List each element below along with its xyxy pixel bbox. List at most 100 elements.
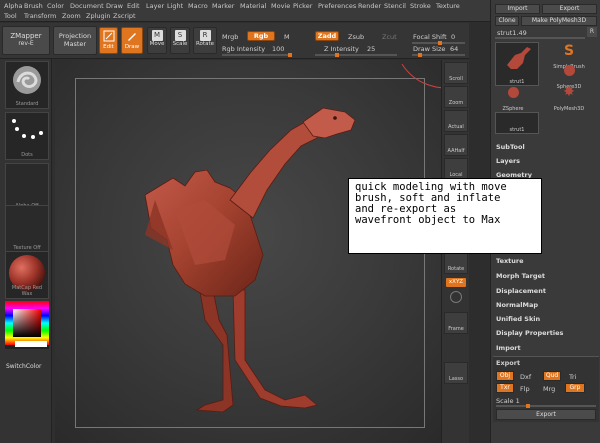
draw-size-handle[interactable] — [418, 53, 422, 57]
stroke-thumb[interactable]: Dots — [5, 112, 49, 160]
normalmap-section[interactable]: NormalMap — [491, 301, 600, 309]
subtool-section[interactable]: SubTool — [491, 143, 600, 151]
frame-button[interactable]: Frame — [444, 312, 468, 334]
alpha-thumb[interactable]: Alpha Off — [5, 163, 49, 211]
actual-button[interactable]: Actual — [444, 110, 468, 132]
switch-color-button[interactable]: SwitchColor — [6, 363, 42, 370]
xyz-toggle[interactable]: xXYZ — [446, 278, 466, 287]
draw-size-slider[interactable] — [412, 53, 465, 57]
brush-thumb-label: Standard — [15, 101, 39, 107]
aahalf-button[interactable]: AAHalf — [444, 134, 468, 156]
menu-draw[interactable]: Draw — [106, 2, 123, 10]
dxf-toggle[interactable]: Dxf — [520, 373, 531, 381]
menu-texture[interactable]: Texture — [436, 2, 460, 10]
menu-document[interactable]: Document — [70, 2, 104, 10]
tool-strut1-small-label: strut1 — [509, 127, 525, 133]
menu-light[interactable]: Light — [167, 2, 183, 10]
scale-button[interactable]: S Scale — [170, 27, 190, 54]
menu-zscript[interactable]: Zscript — [113, 12, 136, 20]
menu-render[interactable]: Render — [358, 2, 381, 10]
menu-brush[interactable]: Brush — [24, 2, 43, 10]
move-button[interactable]: M Move — [147, 27, 167, 54]
draw-button[interactable]: Draw — [121, 27, 143, 54]
rgb-intensity-label: Rgb Intensity — [222, 45, 266, 53]
menu-macro[interactable]: Macro — [188, 2, 208, 10]
display-properties-section[interactable]: Display Properties — [491, 329, 600, 337]
import-section[interactable]: Import — [491, 344, 600, 352]
material-thumb[interactable]: MatCap Red Wax — [5, 251, 49, 299]
unified-skin-section[interactable]: Unified Skin — [491, 315, 600, 323]
menu-zoom[interactable]: Zoom — [62, 12, 81, 20]
secondary-color-swatch[interactable] — [15, 341, 47, 347]
menu-picker[interactable]: Picker — [293, 2, 312, 10]
scroll-button[interactable]: Scroll — [444, 62, 468, 84]
menu-tool[interactable]: Tool — [4, 12, 17, 20]
morph-target-section[interactable]: Morph Target — [491, 272, 600, 280]
menu-movie[interactable]: Movie — [271, 2, 290, 10]
menu-zplugin[interactable]: Zplugin — [86, 12, 111, 20]
grp-toggle[interactable]: Grp — [565, 383, 585, 393]
tri-toggle[interactable]: Tri — [569, 373, 577, 381]
rotate-view-button[interactable]: Rotate — [444, 252, 468, 274]
scale-slider-handle[interactable] — [526, 404, 530, 408]
focal-shift-slider[interactable] — [412, 41, 465, 45]
menu-layer[interactable]: Layer — [146, 2, 164, 10]
mrg-toggle[interactable]: Mrg — [543, 385, 555, 393]
zmapper-button[interactable]: ZMapper rev-E — [2, 26, 50, 55]
menu-color[interactable]: Color — [47, 2, 64, 10]
color-picker-swatch[interactable] — [5, 301, 49, 345]
menu-stroke[interactable]: Stroke — [410, 2, 431, 10]
tool-polymesh3d[interactable]: ✸ PolyMesh3D — [551, 84, 587, 112]
zoom-button[interactable]: Zoom — [444, 86, 468, 108]
local-button[interactable]: Local — [444, 158, 468, 180]
export-button[interactable]: Export — [496, 409, 596, 420]
rgb-intensity-value: 100 — [272, 45, 285, 53]
rgb-intensity-handle[interactable] — [288, 53, 292, 57]
txr-toggle[interactable]: Txr — [496, 383, 514, 393]
clone-button[interactable]: Clone — [495, 16, 519, 26]
color-picker[interactable] — [5, 301, 49, 349]
rgb-button[interactable]: Rgb — [247, 31, 275, 41]
z-intensity-slider[interactable] — [315, 53, 397, 57]
zadd-button[interactable]: Zadd — [315, 31, 339, 41]
menu-material[interactable]: Material — [240, 2, 266, 10]
move-label: Move — [149, 41, 165, 47]
brush-thumb[interactable]: Standard — [5, 61, 49, 109]
qud-toggle[interactable]: Qud — [543, 371, 561, 381]
gizmo-icon[interactable] — [450, 291, 462, 303]
menu-alpha[interactable]: Alpha — [4, 2, 22, 10]
texture-thumb[interactable]: Texture Off — [5, 205, 49, 253]
make-polymesh-button[interactable]: Make PolyMesh3D — [521, 16, 597, 26]
tool-name-slider[interactable] — [495, 37, 585, 39]
tool-zsphere[interactable]: ZSphere — [495, 84, 531, 112]
tool-strut1-large[interactable]: strut1 — [495, 42, 539, 86]
projection-label: Projection — [58, 32, 92, 40]
flp-toggle[interactable]: Flp — [520, 385, 530, 393]
edit-button[interactable]: Edit — [99, 27, 118, 54]
import-button[interactable]: Import — [495, 4, 540, 14]
zsub-button[interactable]: Zsub — [348, 33, 364, 41]
r-button[interactable]: R — [587, 27, 597, 37]
mrgb-button[interactable]: Mrgb — [222, 33, 238, 41]
lasso-button[interactable]: Lasso — [444, 362, 468, 384]
zcut-button[interactable]: Zcut — [382, 33, 397, 41]
overlay-line-4: wavefront object to Max — [355, 214, 501, 226]
displacement-section[interactable]: Displacement — [491, 287, 600, 295]
m-button[interactable]: M — [284, 33, 290, 41]
menu-edit[interactable]: Edit — [127, 2, 140, 10]
texture-section[interactable]: Texture — [491, 257, 600, 265]
projection-master-button[interactable]: Projection Master — [53, 26, 97, 55]
menu-marker[interactable]: Marker — [212, 2, 234, 10]
rgb-intensity-slider[interactable] — [222, 53, 292, 57]
menu-stencil[interactable]: Stencil — [384, 2, 406, 10]
menu-transform[interactable]: Transform — [24, 12, 56, 20]
layers-section[interactable]: Layers — [491, 157, 600, 165]
menu-preferences[interactable]: Preferences — [318, 2, 356, 10]
export-top-button[interactable]: Export — [542, 4, 597, 14]
tool-strut1-small[interactable]: strut1 — [495, 112, 539, 134]
rotate-view-label: Rotate — [447, 266, 465, 272]
obj-toggle[interactable]: Obj — [496, 371, 514, 381]
scale-slider[interactable] — [496, 404, 596, 408]
rotate-button[interactable]: R Rotate — [193, 27, 217, 54]
z-intensity-handle[interactable] — [335, 53, 339, 57]
